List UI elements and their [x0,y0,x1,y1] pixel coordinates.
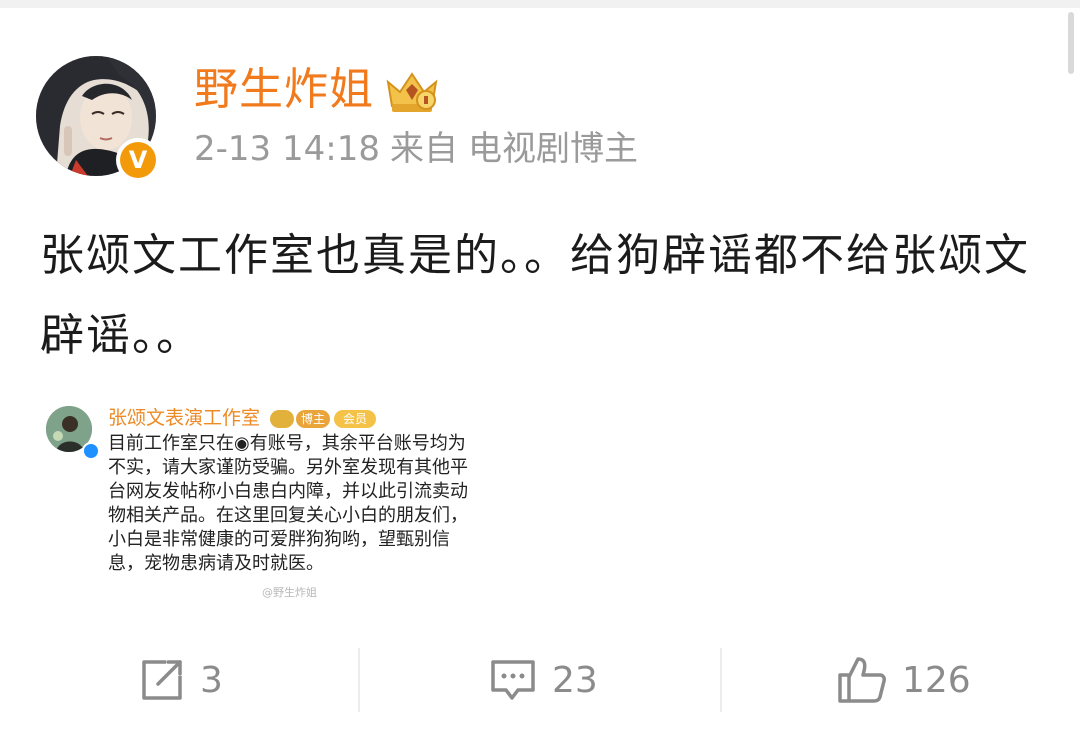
embed-tag-blogger: 博主 [296,410,330,428]
like-count: 126 [902,659,971,701]
post-source[interactable]: 电视剧博主 [468,129,638,169]
embed-username: 张颂文表演工作室 [108,407,261,429]
embed-tag-member: 会员 [334,410,376,428]
repost-icon [142,660,182,700]
embed-fade [36,584,482,602]
repost-button[interactable]: 3 [138,640,223,720]
comment-icon [491,660,535,700]
repost-count: 3 [200,659,223,701]
action-bar: 3 23 126 [0,640,1080,720]
comment-button[interactable]: 23 [488,640,598,720]
embedded-image[interactable]: 张颂文表演工作室 博主 会员 目前工作室只在◉有账号，其余平台账号均为不实，请大… [36,398,482,602]
post-text: 张颂文工作室也真是的。。给狗辟谣都不给张颂文辟谣。。 [40,230,1030,361]
scrollbar[interactable] [1068,12,1074,74]
top-strip [0,0,1080,8]
embed-watermark: @野生炸姐 [262,586,317,599]
source-prefix: 来自 [389,129,458,169]
username[interactable]: 野生炸姐 [194,62,374,118]
post-date: 2-13 14:18 [194,129,380,169]
embed-crown-icon [270,410,294,428]
like-icon [838,657,886,703]
comment-count: 23 [552,659,598,701]
verified-v-icon: V [120,142,156,178]
verified-badge: V [116,138,160,182]
divider [720,648,722,712]
weibo-post-page: V 野生炸姐 2-13 14:18 来自 电视剧博主 张颂文工作室也真是的。。给狗辟… [0,0,1080,732]
post-meta: 2-13 14:18 来自 电视剧博主 [194,128,648,170]
like-button[interactable]: 126 [836,640,971,720]
divider [358,648,360,712]
crown-icon[interactable] [384,68,440,114]
embed-text: 目前工作室只在◉有账号，其余平台账号均为不实，请大家谨防受骗。另外室发现有其他平… [108,433,468,574]
embed-verified-icon [82,442,100,460]
